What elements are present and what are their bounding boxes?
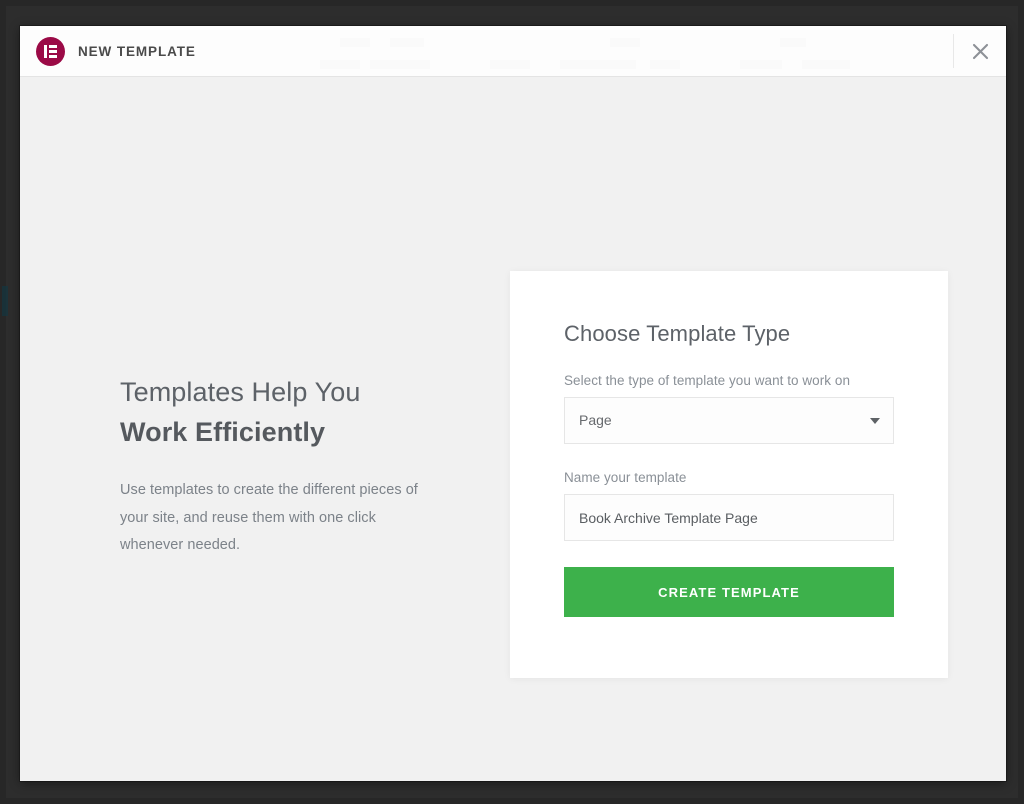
frame-edge-artifact [2,286,8,316]
modal-header-brand: NEW TEMPLATE [20,36,196,66]
intro-heading-line-2: Work Efficiently [120,416,326,447]
modal-header: NEW TEMPLATE [20,26,1006,77]
card-title: Choose Template Type [564,321,791,346]
template-name-input[interactable] [564,494,894,541]
template-type-card: Choose Template Type Select the type of … [510,271,948,678]
create-template-button[interactable]: CREATE TEMPLATE [564,567,894,617]
template-type-label: Select the type of template you want to … [564,373,851,388]
elementor-logo-icon [36,36,65,66]
template-type-select[interactable]: Page [564,397,894,444]
template-name-label: Name your template [564,470,687,485]
intro-heading-line-1: Templates Help You [120,377,361,407]
close-icon [972,43,989,60]
modal-body: Templates Help You Work Efficiently Use … [20,77,1006,780]
template-type-form: Choose Template Type Select the type of … [510,271,948,617]
intro-panel: Templates Help You Work Efficiently Use … [120,372,420,559]
modal-title: NEW TEMPLATE [78,43,196,59]
new-template-modal: NEW TEMPLATE Templates Help You Work Eff… [20,26,1006,781]
screen-frame: NEW TEMPLATE Templates Help You Work Eff… [0,0,1024,804]
close-button[interactable] [954,26,1006,77]
intro-description: Use templates to create the different pi… [120,482,418,553]
header-compression-artifacts [320,26,916,76]
modal-header-actions [953,26,1006,76]
template-type-select-wrap: Page [564,397,894,444]
